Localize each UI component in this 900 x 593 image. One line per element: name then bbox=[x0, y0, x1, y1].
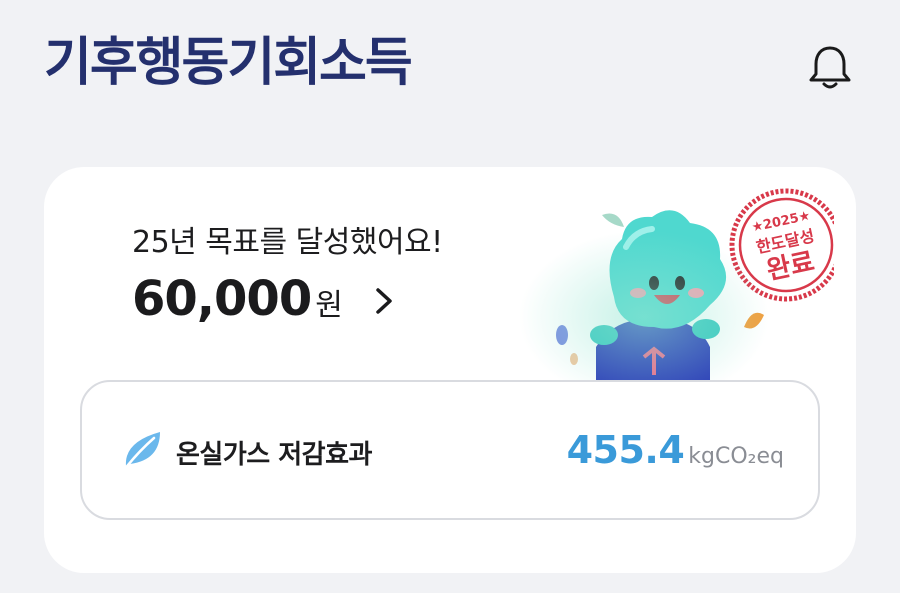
ghg-reduction-box[interactable]: 온실가스 저감효과 455.4 kgCO₂eq bbox=[80, 380, 820, 520]
chevron-right-icon bbox=[376, 288, 392, 314]
ghg-value-number: 455.4 bbox=[566, 428, 685, 472]
amount-value: 60,000 bbox=[132, 271, 312, 327]
amount-link[interactable]: 60,000 원 bbox=[132, 271, 395, 331]
leaf-icon bbox=[122, 432, 160, 472]
mascot-illustration: ★2025★ 한도달성 완료 bbox=[514, 187, 843, 407]
amount-unit: 원 bbox=[315, 288, 343, 323]
goal-message: 25년 목표를 달성했어요! bbox=[132, 225, 443, 260]
ghg-reduction-label: 온실가스 저감효과 bbox=[176, 440, 372, 470]
ghg-reduction-value: 455.4 kgCO₂eq bbox=[567, 428, 784, 476]
app-logo: 기후행동기회소득 bbox=[44, 33, 413, 93]
bell-icon[interactable] bbox=[806, 42, 854, 92]
goal-card: 25년 목표를 달성했어요! 60,000 원 ★2025★ 한도달성 완료 온… bbox=[44, 167, 856, 573]
app-header: 기후행동기회소득 bbox=[0, 0, 900, 120]
ghg-value-unit: kgCO₂eq bbox=[688, 444, 784, 469]
